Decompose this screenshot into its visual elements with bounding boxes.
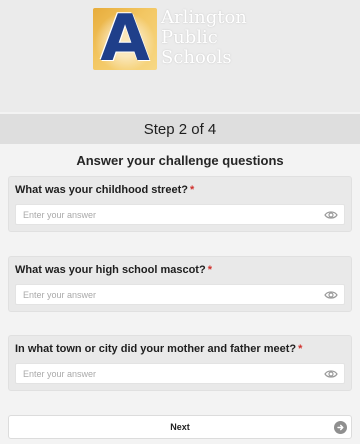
answer-input-2[interactable]: [23, 289, 303, 300]
answer-input-3[interactable]: [23, 368, 303, 379]
logo-mark: A: [93, 4, 157, 74]
logo-line-1: Arlington: [161, 7, 247, 28]
answer-field-2: [15, 284, 345, 305]
question-text-2: What was your high school mascot?: [15, 264, 206, 276]
question-card-3: In what town or city did your mother and…: [8, 335, 352, 391]
arlington-public-schools-logo: A Arlington Public Schools: [93, 4, 247, 74]
header: A Arlington Public Schools: [0, 0, 360, 112]
arrow-right-circle-icon: [334, 421, 347, 434]
question-text-1: What was your childhood street?: [15, 184, 188, 196]
password-reset-page: A Arlington Public Schools Step 2 of 4 A…: [0, 0, 360, 444]
next-button[interactable]: Next: [8, 415, 352, 439]
step-indicator: Step 2 of 4: [0, 114, 360, 144]
question-card-2: What was your high school mascot? *: [8, 256, 352, 312]
eye-icon[interactable]: [324, 210, 338, 220]
required-marker: *: [298, 343, 303, 355]
question-label-3: In what town or city did your mother and…: [15, 343, 345, 359]
answer-field-1: [15, 204, 345, 225]
required-marker: *: [189, 184, 195, 196]
form-title: Answer your challenge questions: [76, 153, 284, 168]
logo-line-2: Public: [161, 27, 218, 48]
eye-icon[interactable]: [324, 290, 338, 300]
answer-field-3: [15, 363, 345, 384]
logo-wordmark: Arlington Public Schools: [161, 8, 247, 68]
next-button-label: Next: [170, 422, 190, 432]
eye-icon[interactable]: [324, 369, 338, 379]
required-marker: *: [207, 264, 212, 276]
logo-line-3: Schools: [161, 47, 232, 68]
step-label: Step 2 of 4: [143, 120, 217, 138]
logo-letter: A: [100, 2, 150, 76]
question-label-1: What was your childhood street? *: [15, 184, 345, 200]
question-card-1: What was your childhood street? *: [8, 176, 352, 232]
question-text-3: In what town or city did your mother and…: [15, 343, 297, 355]
answer-input-1[interactable]: [23, 209, 303, 220]
question-label-2: What was your high school mascot? *: [15, 264, 345, 280]
